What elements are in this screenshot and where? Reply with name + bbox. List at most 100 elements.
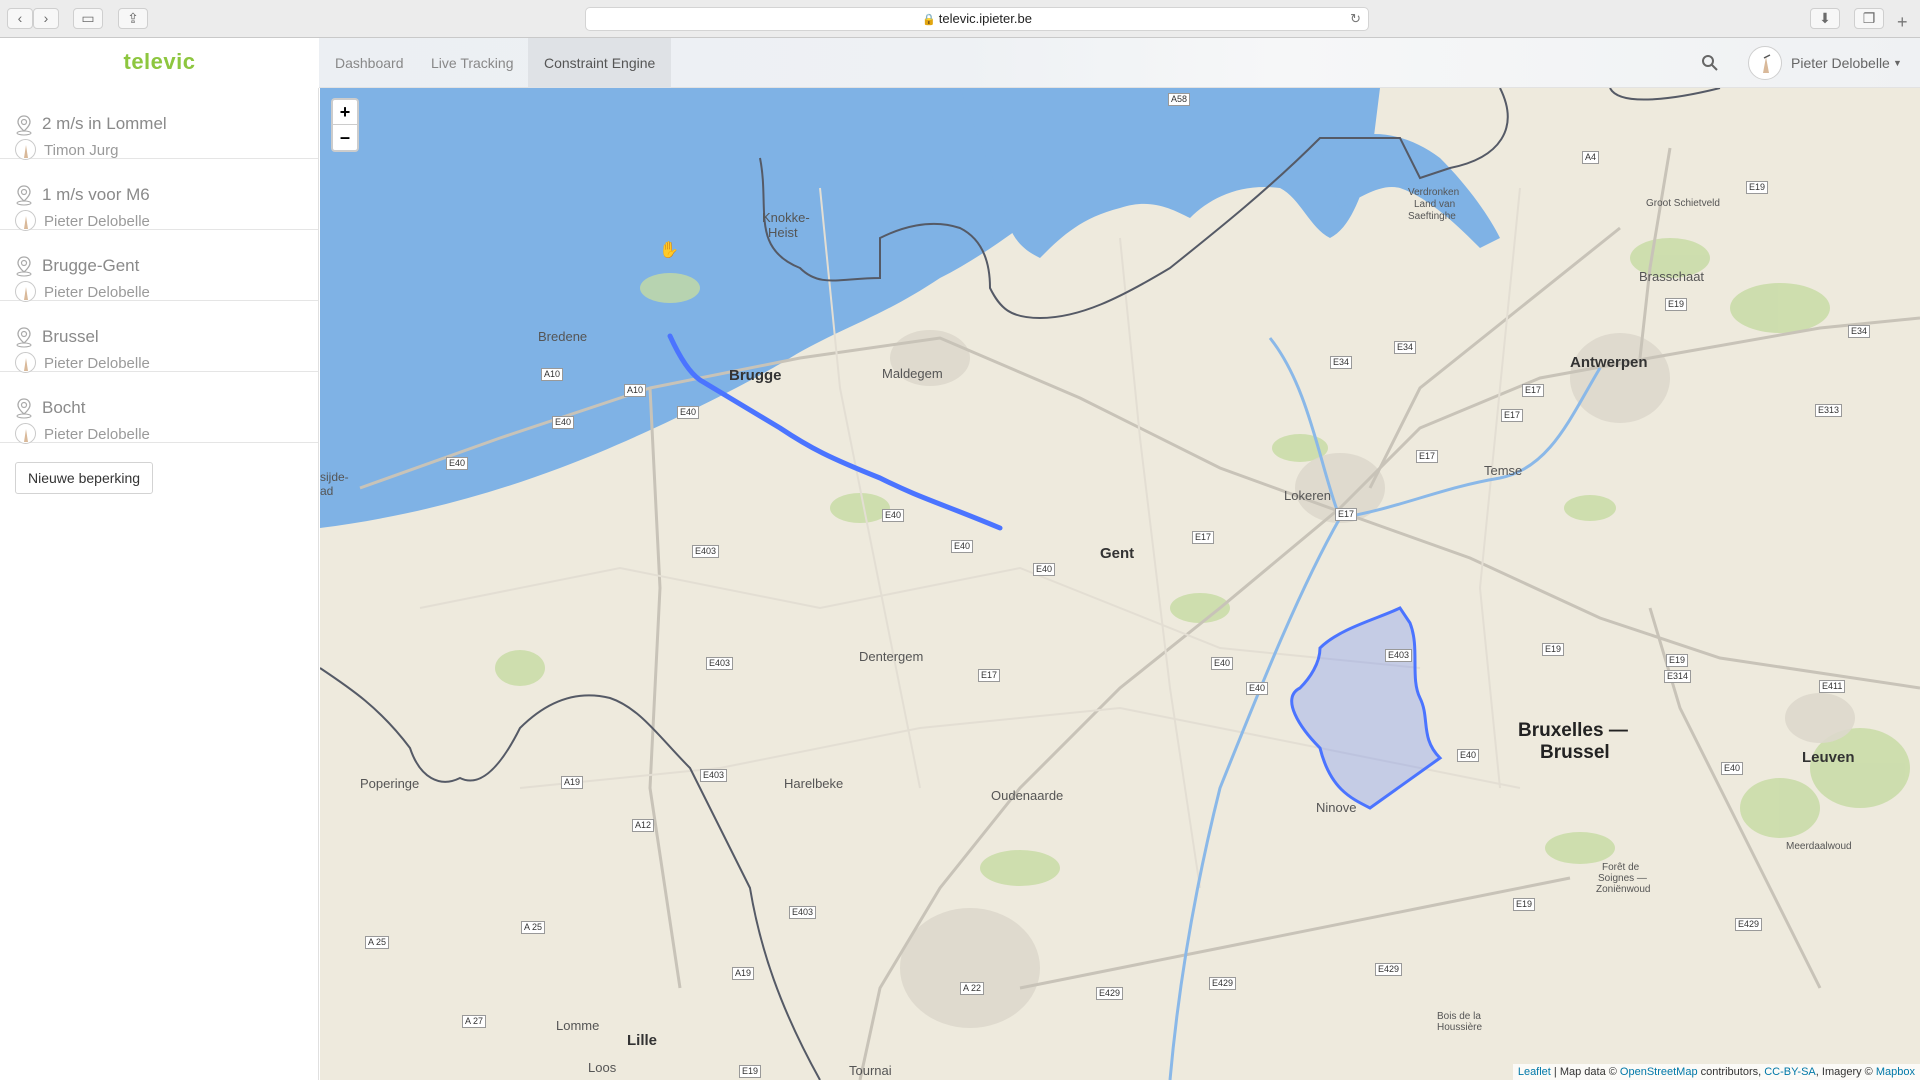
list-item[interactable]: 2 m/s in Lommel Timon Jurg <box>0 88 318 160</box>
list-item[interactable]: 1 m/s voor M6 Pieter Delobelle <box>0 159 318 231</box>
road-shield: E429 <box>1735 918 1763 931</box>
road-shield: E313 <box>1815 404 1843 417</box>
road-shield: A12 <box>632 819 655 832</box>
road-shield: E429 <box>1209 977 1237 990</box>
road-shield: E17 <box>1192 531 1215 544</box>
avatar <box>15 139 36 160</box>
user-avatar[interactable] <box>1748 46 1782 80</box>
map-label-knokke: Knokke- <box>762 210 810 225</box>
zoom-in-button[interactable]: + <box>333 100 357 125</box>
map-label-houssiere: Houssière <box>1437 1022 1483 1033</box>
address-bar[interactable]: 🔒 televic.ipieter.be ↻ <box>585 7 1369 31</box>
road-shield: E403 <box>706 657 734 670</box>
constraint-owner: Pieter Delobelle <box>44 426 150 443</box>
tab-constraint-engine[interactable]: Constraint Engine <box>528 38 672 88</box>
constraint-title: 1 m/s voor M6 <box>42 185 150 204</box>
road-shield: E40 <box>1457 749 1480 762</box>
constraint-title: Brugge-Gent <box>42 256 140 275</box>
map-canvas[interactable] <box>320 88 1920 1080</box>
road-shield: E40 <box>951 540 974 553</box>
road-shield: A58 <box>1168 93 1191 106</box>
avatar <box>15 423 36 444</box>
tab-dashboard[interactable]: Dashboard <box>319 38 420 88</box>
list-item[interactable]: Brugge-Gent Pieter Delobelle <box>0 230 318 302</box>
osm-link[interactable]: OpenStreetMap <box>1620 1066 1698 1078</box>
map-label-lokeren: Lokeren <box>1284 488 1331 503</box>
avatar <box>15 210 36 231</box>
map-label-saeftinghe: Saeftinghe <box>1408 211 1456 222</box>
road-shield: E40 <box>1246 682 1269 695</box>
map-label-leuven: Leuven <box>1802 749 1855 766</box>
road-shield: E19 <box>1513 898 1536 911</box>
map-label-foret: Forêt de <box>1602 862 1640 873</box>
zoom-out-button[interactable]: – <box>333 125 357 150</box>
reload-icon[interactable]: ↻ <box>1350 8 1361 30</box>
search-icon[interactable] <box>1699 52 1721 74</box>
new-tab-icon[interactable]: + <box>1897 12 1908 33</box>
road-shield: A10 <box>624 384 647 397</box>
road-shield: E40 <box>552 416 575 429</box>
road-shield: E17 <box>1501 409 1524 422</box>
map-label-brugge: Brugge <box>729 367 782 384</box>
map-label-tournai: Tournai <box>849 1063 892 1078</box>
logo[interactable]: televic <box>0 38 319 88</box>
leaflet-link[interactable]: Leaflet <box>1518 1066 1551 1078</box>
hand-cursor-icon: ✋ <box>659 242 679 259</box>
map-view[interactable]: + – Brugge Gent Antwerpen Bruxelles — Br… <box>320 88 1920 1080</box>
attribution-text: , Imagery © <box>1815 1066 1876 1078</box>
map-label-temse: Temse <box>1484 463 1523 478</box>
map-label-verdronken: Verdronken <box>1408 187 1460 198</box>
road-shield: E19 <box>1665 298 1688 311</box>
road-shield: E17 <box>978 669 1001 682</box>
ccbysa-link[interactable]: CC-BY-SA <box>1764 1066 1816 1078</box>
map-label-ad: ad <box>320 484 334 498</box>
back-icon[interactable]: ‹ <box>7 8 33 29</box>
map-label-poperinge: Poperinge <box>360 776 420 791</box>
road-shield: E34 <box>1394 341 1417 354</box>
constraint-title: Bocht <box>42 398 86 417</box>
map-label-loos: Loos <box>588 1060 617 1075</box>
tabs-icon[interactable]: ❐ <box>1854 8 1884 29</box>
constraint-owner: Pieter Delobelle <box>44 213 150 230</box>
road-shield: E314 <box>1664 670 1692 683</box>
road-shield: E403 <box>1385 649 1413 662</box>
road-shield: E17 <box>1335 508 1358 521</box>
download-icon[interactable]: ⬇ <box>1810 8 1840 29</box>
location-pin-icon <box>16 256 32 277</box>
road-shield: A19 <box>732 967 755 980</box>
list-item[interactable]: Bocht Pieter Delobelle <box>0 372 318 444</box>
map-label-meerdaalwoud: Meerdaalwoud <box>1786 841 1852 852</box>
zoom-control: + – <box>331 98 359 152</box>
sidebar-toggle-icon[interactable]: ▭ <box>73 8 103 29</box>
map-label-dentergem: Dentergem <box>859 649 924 664</box>
road-shield: E40 <box>1211 657 1234 670</box>
road-shield: E429 <box>1375 963 1403 976</box>
new-constraint-button[interactable]: Nieuwe beperking <box>15 462 154 494</box>
road-shield: E34 <box>1330 356 1353 369</box>
road-shield: E19 <box>739 1065 762 1078</box>
road-shield: A 25 <box>521 921 546 934</box>
location-pin-icon <box>16 185 32 206</box>
map-label-oudenaarde: Oudenaarde <box>991 788 1064 803</box>
attribution-text: | Map data © <box>1550 1066 1620 1078</box>
user-name[interactable]: Pieter Delobelle <box>1791 38 1890 88</box>
road-shield: A 25 <box>365 936 390 949</box>
constraint-owner: Pieter Delobelle <box>44 284 150 301</box>
list-item[interactable]: Brussel Pieter Delobelle <box>0 301 318 373</box>
tab-live-tracking[interactable]: Live Tracking <box>415 38 529 88</box>
main-nav: Dashboard Live Tracking Constraint Engin… <box>319 38 1920 88</box>
road-shield: E19 <box>1542 643 1565 656</box>
share-icon[interactable]: ⇪ <box>118 8 148 29</box>
road-shield: E17 <box>1416 450 1439 463</box>
road-shield: E40 <box>1033 563 1056 576</box>
forward-icon[interactable]: › <box>33 8 59 29</box>
road-shield: A4 <box>1582 151 1600 164</box>
mapbox-link[interactable]: Mapbox <box>1876 1066 1915 1078</box>
constraint-title: Brussel <box>42 327 99 346</box>
location-pin-icon <box>16 115 32 136</box>
road-shield: E411 <box>1819 680 1846 693</box>
map-label-antwerpen: Antwerpen <box>1570 354 1648 371</box>
map-label-land-van: Land van <box>1414 199 1456 210</box>
road-shield: E40 <box>882 509 905 522</box>
chevron-down-icon[interactable]: ▼ <box>1893 38 1902 88</box>
